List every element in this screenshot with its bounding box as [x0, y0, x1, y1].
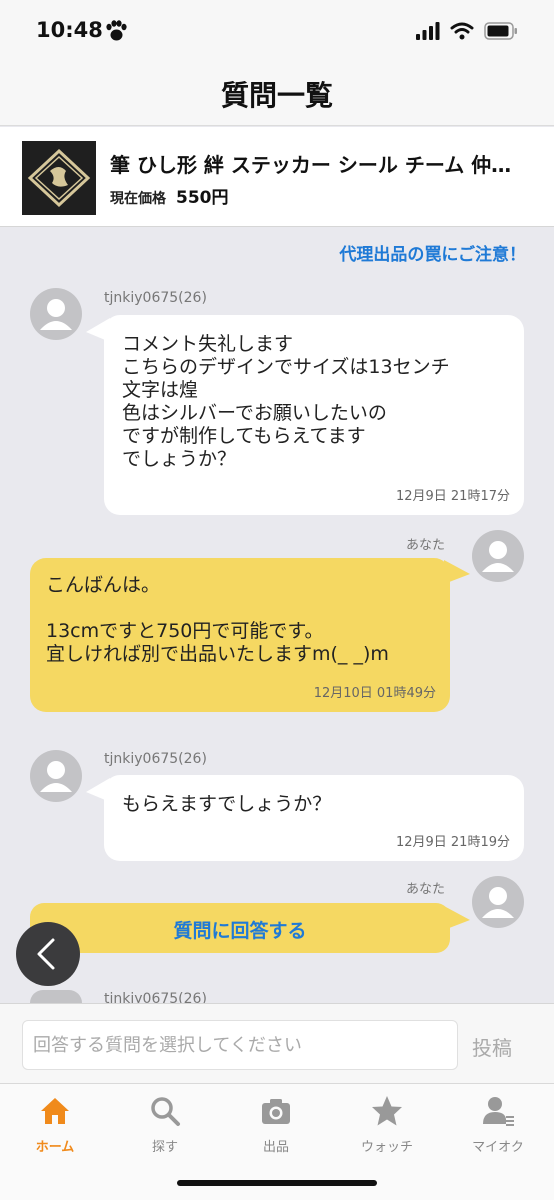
price-value: 550円: [176, 188, 229, 208]
tab-home[interactable]: ホーム: [0, 1094, 110, 1160]
star-icon: [372, 1096, 402, 1126]
message-text: もらえますでしょうか？: [122, 793, 332, 815]
message-sender: tjnkiy0675(26): [104, 290, 207, 306]
message-sender: tjnkiy0675(26): [104, 991, 207, 1003]
paw-icon: [106, 20, 127, 41]
answer-question-label: 質問に回答する: [173, 921, 307, 942]
user-silhouette-icon: [482, 541, 514, 572]
camera-icon: [262, 1099, 290, 1124]
message-bubble: こんばんは。 13cmですと750円で可能です。 宜しければ別で出品いたしますm…: [30, 558, 450, 712]
user-list-icon: [483, 1097, 514, 1126]
tab-sell[interactable]: 出品: [221, 1094, 331, 1160]
signal-icon: [416, 22, 440, 40]
home-indicator: [177, 1180, 377, 1186]
battery-icon: [484, 22, 517, 40]
avatar: [30, 750, 82, 802]
reply-input-area: 投稿: [0, 1003, 554, 1083]
status-bar: 10:48: [0, 0, 554, 62]
user-silhouette-icon: [40, 761, 72, 792]
tab-label: 探す: [151, 1140, 178, 1155]
price-label: 現在価格: [110, 191, 166, 207]
message-text: コメント失礼します こちらのデザインでサイズは13センチ 文字は煌 色はシルバー…: [122, 333, 450, 470]
tab-label: ホーム: [35, 1140, 75, 1155]
tab-label: マイオク: [472, 1140, 524, 1155]
item-title[interactable]: 筆 ひし形 絆 ステッカー シール チーム 仲…: [110, 149, 530, 178]
user-silhouette-icon: [482, 887, 514, 918]
avatar: [30, 288, 82, 340]
answer-question-button[interactable]: 質問に回答する: [30, 903, 450, 953]
tab-label: 出品: [262, 1140, 289, 1155]
tab-search[interactable]: 探す: [110, 1094, 220, 1160]
avatar: [30, 990, 82, 1003]
back-button[interactable]: [16, 922, 80, 986]
page-title: 質問一覧: [220, 79, 333, 112]
message-bubble: コメント失礼します こちらのデザインでサイズは13センチ 文字は煌 色はシルバー…: [104, 315, 524, 515]
message-time: 12月9日 21時19分: [395, 835, 510, 850]
tab-watch[interactable]: ウォッチ: [332, 1094, 442, 1160]
avatar: [472, 530, 524, 582]
message-sender: あなた: [406, 538, 446, 553]
message-bubble: もらえますでしょうか？ 12月9日 21時19分: [104, 775, 524, 861]
message-sender: あなた: [406, 882, 446, 897]
chevron-left-icon: [37, 938, 55, 970]
tab-label: ウォッチ: [360, 1140, 413, 1155]
message-time: 12月9日 21時17分: [395, 489, 510, 504]
message-time: 12月10日 01時49分: [313, 686, 436, 701]
message-sender: tjnkiy0675(26): [104, 751, 207, 767]
navigation-bar: 質問一覧: [0, 62, 554, 126]
answer-input[interactable]: [22, 1020, 458, 1070]
avatar: [472, 876, 524, 928]
tab-my-auction[interactable]: マイオク: [443, 1094, 553, 1160]
wifi-icon: [450, 22, 474, 40]
price-row: 現在価格 550円: [110, 183, 229, 208]
item-header[interactable]: 筆 ひし形 絆 ステッカー シール チーム 仲… 現在価格 550円: [0, 127, 554, 227]
user-silhouette-icon: [40, 299, 72, 330]
item-thumbnail[interactable]: [22, 141, 96, 215]
home-icon: [41, 1098, 69, 1124]
proxy-listing-warning-link[interactable]: 代理出品の罠にご注意！: [339, 240, 526, 265]
sticker-image: [22, 141, 96, 215]
search-icon: [151, 1097, 180, 1126]
message-text: こんばんは。 13cmですと750円で可能です。 宜しければ別で出品いたしますm…: [46, 574, 389, 665]
status-time: 10:48: [36, 18, 103, 42]
status-icons: [416, 20, 518, 42]
post-button[interactable]: 投稿: [472, 1032, 512, 1061]
